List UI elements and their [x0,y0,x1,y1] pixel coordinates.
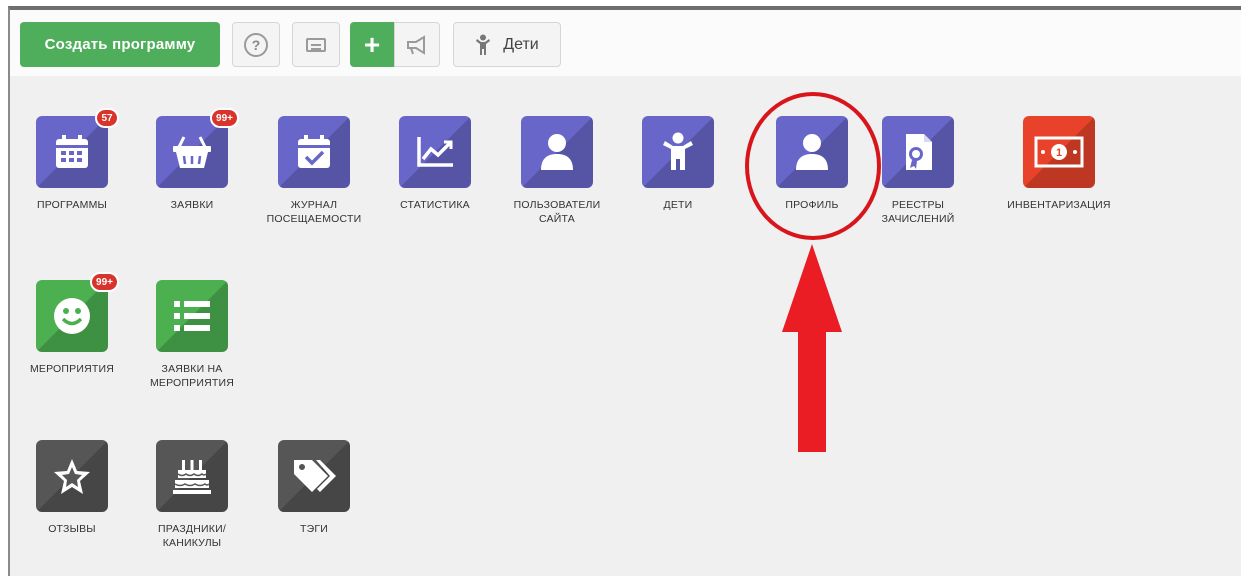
id-card-button[interactable] [292,22,340,67]
tile-reviews-label: ОТЗЫВЫ [48,523,96,535]
tile-children[interactable]: ДЕТИ [613,116,743,212]
tile-tags[interactable]: ТЭГИ [249,440,379,536]
tile-programs-label: ПРОГРАММЫ [36,199,108,211]
tile-reviews[interactable]: ОТЗЫВЫ [7,440,137,536]
label-line: МЕРОПРИЯТИЯ [149,377,235,389]
tile-event-requests-label: ЗАЯВКИ НА МЕРОПРИЯТИЯ [127,362,257,390]
tile-events-label: МЕРОПРИЯТИЯ [29,363,115,375]
tile-attendance-journal[interactable]: ЖУРНАЛ ПОСЕЩАЕМОСТИ [249,116,379,226]
list-icon [156,280,228,352]
cake-icon [156,440,228,512]
toolbar: Создать программу ? + Дети [10,10,1241,76]
megaphone-icon [407,34,425,55]
child-icon [476,34,491,55]
chart-icon [399,116,471,188]
calendar-icon [36,116,108,188]
tile-children-label: ДЕТИ [663,199,693,211]
label-line: ЖУРНАЛ [290,199,338,211]
label-line: САЙТА [539,213,575,225]
calendar-check-icon [278,116,350,188]
label-line: КАНИКУЛЫ [162,537,222,549]
tags-icon [278,440,350,512]
tile-holidays-label: ПРАЗДНИКИ/ КАНИКУЛЫ [127,522,257,550]
tile-tags-label: ТЭГИ [300,523,328,535]
tile-statistics-label: СТАТИСТИКА [400,199,470,211]
tile-inventory-label: ИНВЕНТАРИЗАЦИЯ [1007,199,1111,211]
tile-site-users-label: ПОЛЬЗОВАТЕЛИ САЙТА [492,198,622,226]
label-line: ПОСЕЩАЕМОСТИ [266,213,362,225]
tile-programs[interactable]: 57 ПРОГРАММЫ [7,108,137,212]
tile-site-users[interactable]: ПОЛЬЗОВАТЕЛИ САЙТА [492,116,622,226]
create-program-button[interactable]: Создать программу [20,22,220,67]
label-line: ПРАЗДНИКИ/ [158,523,226,535]
help-icon: ? [244,32,268,57]
svg-text:1: 1 [1056,147,1062,159]
child-icon [642,116,714,188]
tile-requests[interactable]: 99+ ЗАЯВКИ [127,108,257,212]
user-icon [521,116,593,188]
red-arrow-annotation [782,244,842,452]
programs-badge: 57 [95,108,119,128]
label-line: ЗАЯВКИ НА [161,363,223,375]
tile-events[interactable]: 99+ МЕРОПРИЯТИЯ [7,272,137,376]
announcement-button[interactable] [394,22,440,67]
children-button-label: Дети [503,35,539,53]
tile-attendance-journal-label: ЖУРНАЛ ПОСЕЩАЕМОСТИ [249,198,379,226]
certificate-icon [882,116,954,188]
add-button[interactable]: + [350,22,394,67]
tile-requests-label: ЗАЯВКИ [170,199,214,211]
star-icon [36,440,108,512]
tile-holidays[interactable]: ПРАЗДНИКИ/ КАНИКУЛЫ [127,440,257,550]
events-badge: 99+ [90,272,119,292]
tile-enrollment-registers-label: РЕЕСТРЫ ЗАЧИСЛЕНИЙ [853,198,983,226]
tile-inventory[interactable]: 1 ИНВЕНТАРИЗАЦИЯ [994,116,1124,212]
tile-statistics[interactable]: СТАТИСТИКА [370,116,500,212]
money-icon: 1 [1023,116,1095,188]
id-card-icon [306,37,326,52]
app-window: Создать программу ? + Дети 57 ПРОГРАММЫ … [8,6,1241,576]
tile-event-requests[interactable]: ЗАЯВКИ НА МЕРОПРИЯТИЯ [127,280,257,390]
label-line: ЗАЧИСЛЕНИЙ [881,213,955,225]
label-line: ПОЛЬЗОВАТЕЛИ [513,199,601,211]
help-button[interactable]: ? [232,22,280,67]
children-button[interactable]: Дети [453,22,561,67]
requests-badge: 99+ [210,108,239,128]
